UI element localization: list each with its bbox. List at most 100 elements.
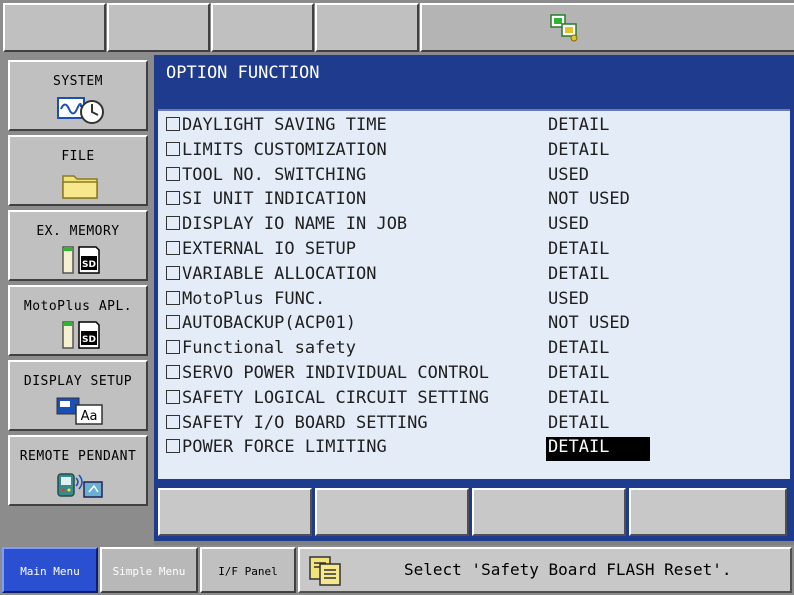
main-menu-button[interactable]: Main Menu (2, 547, 98, 593)
option-checkbox[interactable] (166, 389, 180, 404)
menu-system-button[interactable]: SYSTEM (8, 60, 148, 131)
option-row[interactable]: LIMITS CUSTOMIZATION (166, 140, 387, 164)
menu-file-label: FILE (61, 149, 95, 164)
menu-motoplus-apl-label: MotoPlus APL. (23, 299, 133, 314)
option-name: AUTOBACKUP(ACP01) (182, 313, 356, 334)
option-value[interactable]: USED (546, 214, 591, 238)
option-name: SAFETY I/O BOARD SETTING (182, 412, 428, 433)
svg-text:SD: SD (82, 260, 96, 270)
menu-remote-pendant-label: REMOTE PENDANT (19, 449, 137, 464)
menu-remote-pendant-button[interactable]: REMOTE PENDANT (8, 435, 148, 506)
clock-waveform-icon (57, 97, 104, 124)
menu-motoplus-apl-button[interactable]: MotoPlus APL. SD (8, 285, 148, 356)
sd-card-icon: SD (62, 246, 100, 274)
option-row[interactable]: SAFETY LOGICAL CIRCUIT SETTING (166, 388, 489, 412)
top-tab-1[interactable] (3, 3, 106, 52)
option-value[interactable]: DETAIL (546, 363, 611, 387)
if-panel-button[interactable]: I/F Panel (200, 547, 296, 593)
option-row[interactable]: AUTOBACKUP(ACP01) (166, 313, 356, 337)
option-value[interactable]: DETAIL (546, 115, 611, 139)
option-row[interactable]: Functional safety (166, 338, 356, 362)
option-value[interactable]: DETAIL (546, 338, 611, 362)
menu-system-label: SYSTEM (53, 74, 103, 89)
sd-card-icon: SD (62, 321, 100, 349)
option-function-window: OPTION FUNCTION DAYLIGHT SAVING TIME DETA… (154, 55, 794, 483)
option-value[interactable]: DETAIL (546, 264, 611, 288)
message-area: Select 'Safety Board FLASH Reset'. (298, 547, 792, 593)
option-checkbox[interactable] (166, 117, 180, 131)
page-title: OPTION FUNCTION (166, 63, 320, 83)
option-checkbox[interactable] (166, 191, 180, 206)
option-name: LIMITS CUSTOMIZATION (182, 139, 387, 160)
multi-window-icon[interactable] (550, 14, 580, 42)
option-checkbox[interactable] (166, 265, 180, 280)
option-checkbox[interactable] (166, 241, 180, 255)
svg-text:Aa: Aa (81, 409, 98, 424)
option-row[interactable]: DAYLIGHT SAVING TIME (166, 115, 387, 139)
option-list: DAYLIGHT SAVING TIME DETAIL LIMITS CUSTOMI… (158, 109, 790, 479)
option-row[interactable]: SERVO POWER INDIVIDUAL CONTROL (166, 363, 489, 387)
option-row[interactable]: EXTERNAL IO SETUP (166, 239, 356, 263)
option-value[interactable]: USED (546, 165, 591, 189)
option-checkbox[interactable] (166, 365, 180, 379)
remote-pendant-icon (57, 473, 103, 498)
option-value[interactable]: DETAIL (546, 388, 611, 412)
top-tab-bar (0, 0, 794, 55)
option-value[interactable]: USED (546, 289, 591, 313)
option-checkbox[interactable] (166, 290, 180, 305)
function-button-2[interactable] (315, 488, 469, 536)
option-value[interactable]: DETAIL (546, 413, 611, 437)
left-main-menu: SYSTEM FILE EX. MEMORY SD MotoPlus APL. (0, 55, 154, 545)
folder-icon (62, 175, 98, 199)
top-tab-2[interactable] (107, 3, 210, 52)
option-name: DISPLAY IO NAME IN JOB (182, 214, 408, 235)
option-name: SAFETY LOGICAL CIRCUIT SETTING (182, 387, 490, 408)
option-checkbox[interactable] (166, 315, 180, 330)
option-value[interactable]: NOT USED (546, 313, 632, 337)
option-row[interactable]: SI UNIT INDICATION (166, 189, 366, 213)
option-checkbox[interactable] (166, 166, 180, 181)
function-button-bar (154, 483, 794, 541)
menu-ex-memory-button[interactable]: EX. MEMORY SD (8, 210, 148, 281)
option-name: MotoPlus FUNC. (182, 288, 326, 309)
svg-text:SD: SD (82, 335, 96, 345)
option-name: SI UNIT INDICATION (182, 189, 367, 210)
function-button-3[interactable] (472, 488, 626, 536)
option-row[interactable]: VARIABLE ALLOCATION (166, 264, 376, 288)
option-row[interactable]: DISPLAY IO NAME IN JOB (166, 214, 407, 238)
option-name: TOOL NO. SWITCHING (182, 164, 367, 185)
copy-pages-icon[interactable] (308, 555, 344, 587)
top-tab-3[interactable] (211, 3, 314, 52)
option-name: POWER FORCE LIMITING (182, 437, 387, 458)
option-checkbox[interactable] (166, 340, 180, 355)
bottom-status-bar: Main Menu Simple Menu I/F Panel Select '… (0, 545, 794, 595)
option-value[interactable]: NOT USED (546, 189, 632, 213)
option-row[interactable]: POWER FORCE LIMITING (166, 437, 387, 461)
option-value[interactable]: DETAIL (546, 437, 650, 462)
menu-ex-memory-label: EX. MEMORY (36, 224, 120, 239)
option-checkbox[interactable] (166, 439, 180, 454)
display-font-icon: Aa (56, 397, 103, 425)
top-tab-4[interactable] (315, 3, 419, 52)
option-name: Functional safety (182, 338, 356, 359)
option-checkbox[interactable] (166, 414, 180, 429)
status-message: Select 'Safety Board FLASH Reset'. (404, 560, 732, 579)
function-button-1[interactable] (158, 488, 312, 536)
option-checkbox[interactable] (166, 141, 180, 156)
option-value[interactable]: DETAIL (546, 140, 611, 164)
menu-file-button[interactable]: FILE (8, 135, 148, 206)
simple-menu-button[interactable]: Simple Menu (100, 547, 198, 593)
option-name: EXTERNAL IO SETUP (182, 239, 356, 259)
option-name: VARIABLE ALLOCATION (182, 263, 377, 284)
menu-display-setup-button[interactable]: DISPLAY SETUP Aa (8, 360, 148, 431)
option-row[interactable]: MotoPlus FUNC. (166, 289, 325, 313)
window-title-bar: OPTION FUNCTION (158, 59, 790, 109)
menu-display-setup-label: DISPLAY SETUP (23, 374, 133, 389)
option-row[interactable]: SAFETY I/O BOARD SETTING (166, 413, 428, 437)
option-row[interactable]: TOOL NO. SWITCHING (166, 165, 366, 189)
option-checkbox[interactable] (166, 216, 180, 231)
function-button-4[interactable] (629, 488, 787, 536)
option-name: DAYLIGHT SAVING TIME (182, 115, 387, 135)
top-status-area (420, 3, 794, 52)
option-value[interactable]: DETAIL (546, 239, 611, 263)
